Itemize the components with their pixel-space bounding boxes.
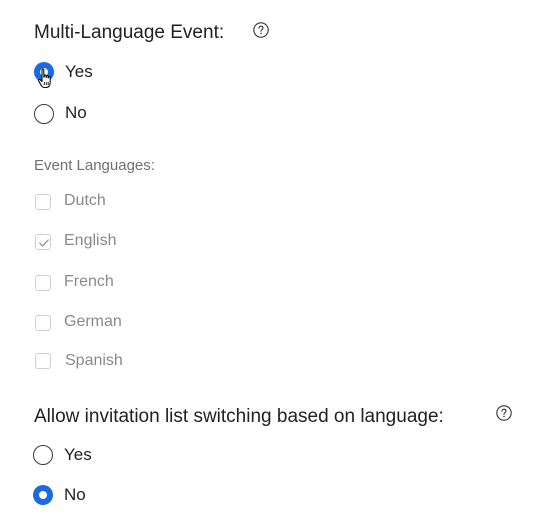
question-circle-icon[interactable] <box>496 405 512 421</box>
invitation-switching-yes-radio[interactable] <box>33 445 53 465</box>
question-circle-icon[interactable] <box>253 22 269 38</box>
multi-language-heading: Multi-Language Event: <box>34 22 225 43</box>
multi-language-yes-label[interactable]: Yes <box>65 62 93 82</box>
checkbox-german[interactable] <box>35 315 51 331</box>
checkbox-label-dutch: Dutch <box>64 192 106 209</box>
invitation-switching-yes-label[interactable]: Yes <box>64 445 92 465</box>
checkbox-french[interactable] <box>35 275 51 291</box>
checkbox-dutch[interactable] <box>35 194 51 210</box>
hand-pointer-icon <box>37 68 51 89</box>
checkbox-label-german: German <box>64 313 122 330</box>
invitation-switching-no-radio[interactable] <box>33 485 53 505</box>
check-icon <box>39 239 49 247</box>
checkbox-spanish[interactable] <box>35 353 51 369</box>
checkbox-label-spanish: Spanish <box>65 352 123 369</box>
multi-language-no-label[interactable]: No <box>65 103 87 123</box>
checkbox-english[interactable] <box>35 234 51 250</box>
checkbox-label-english: English <box>64 232 117 249</box>
invitation-switching-no-label[interactable]: No <box>64 485 86 505</box>
checkbox-label-french: French <box>64 273 114 290</box>
invitation-switching-heading: Allow invitation list switching based on… <box>34 406 444 427</box>
multi-language-no-radio[interactable] <box>34 104 54 124</box>
event-languages-label: Event Languages: <box>34 157 155 174</box>
